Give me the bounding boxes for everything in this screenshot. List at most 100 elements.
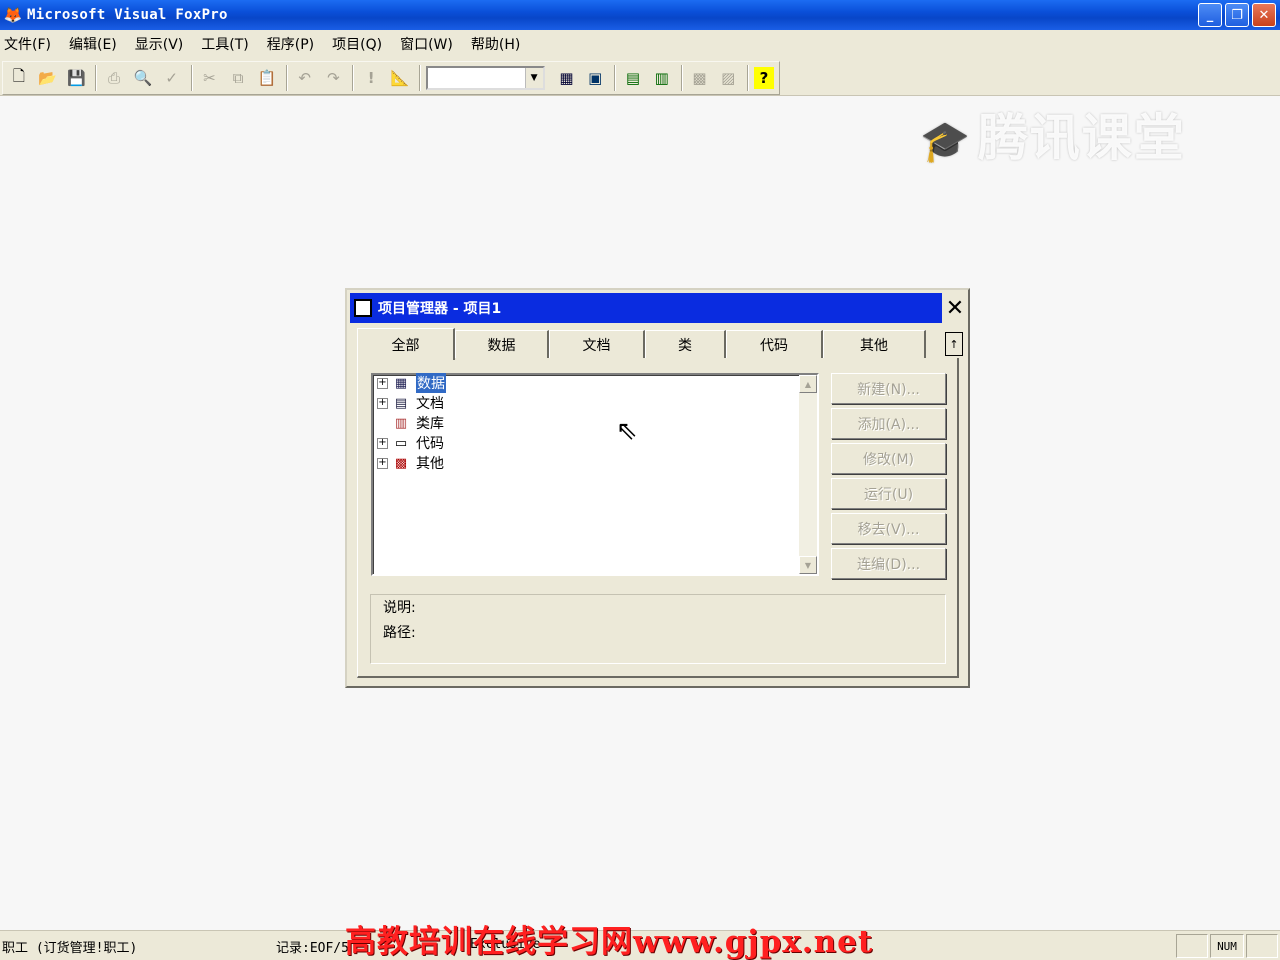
modify-button[interactable]: 修改(M) [831, 443, 946, 474]
new-file-icon[interactable]: 🗋 [7, 66, 31, 90]
status-ins [1246, 934, 1278, 958]
menu-file[interactable]: 文件(F) [4, 34, 51, 54]
tree-item-documents[interactable]: + ▤ 文档 [377, 393, 444, 413]
save-icon[interactable]: 💾 [65, 66, 89, 90]
print-icon[interactable]: ⎙ [102, 66, 126, 90]
menu-bar: 文件(F) 编辑(E) 显示(V) 工具(T) 程序(P) 项目(Q) 窗口(W… [0, 30, 1280, 58]
menu-view[interactable]: 显示(V) [135, 34, 184, 54]
cut-icon[interactable]: ✂ [198, 66, 222, 90]
scroll-down-icon[interactable]: ▼ [799, 556, 817, 574]
expand-icon[interactable]: + [377, 457, 388, 469]
menu-window[interactable]: 窗口(W) [400, 34, 453, 54]
tab-data[interactable]: 数据 [455, 330, 549, 358]
minimize-button[interactable]: _ [1198, 3, 1222, 27]
menu-program[interactable]: 程序(P) [267, 34, 314, 54]
tab-all[interactable]: 全部 [357, 328, 455, 360]
path-label: 路径: [383, 625, 416, 641]
remove-button[interactable]: 移去(V)... [831, 513, 946, 544]
tab-other[interactable]: 其他 [823, 330, 926, 358]
mouse-cursor-icon: ⇖ [616, 416, 638, 446]
tree-item-class-library[interactable]: ▥ 类库 [377, 413, 444, 433]
status-num: NUM [1210, 934, 1244, 958]
toolbar-separator [747, 65, 750, 91]
tab-code[interactable]: 代码 [726, 330, 823, 358]
report-wizard-icon[interactable]: ▥ [650, 66, 674, 90]
toolbar-separator [95, 65, 98, 91]
project-manager-dialog: 项目管理器 - 项目1 ✕ 全部 数据 文档 类 代码 其他 ↑ + ▦ 数据 … [345, 288, 970, 688]
other-icon: ▩ [394, 455, 408, 471]
toolbar-separator [352, 65, 355, 91]
toolbar-separator [190, 65, 193, 91]
redo-icon[interactable]: ↷ [322, 66, 346, 90]
chevron-down-icon[interactable]: ▼ [524, 68, 543, 88]
autoreport-icon[interactable]: ▨ [716, 66, 740, 90]
website-banner: 高教培训在线学习网www.gjpx.net [345, 924, 874, 960]
tab-panel: + ▦ 数据 + ▤ 文档 ▥ 类库 + ▭ 代码 + ▩ 其他 ▲ ▼ 新建(… [357, 358, 959, 678]
foxpro-logo-icon: 🦊 [3, 6, 23, 24]
tab-documents[interactable]: 文档 [549, 330, 645, 358]
tree-item-data[interactable]: + ▦ 数据 [377, 373, 446, 393]
dialog-title-bar: 项目管理器 - 项目1 [350, 293, 942, 323]
expand-icon[interactable]: + [377, 397, 388, 409]
modify-form-icon[interactable]: 📐 [388, 66, 412, 90]
toolbar-separator [680, 65, 683, 91]
toolbar-separator [285, 65, 288, 91]
menu-project[interactable]: 项目(Q) [332, 34, 382, 54]
database-icon: ▦ [394, 375, 408, 391]
collapse-button[interactable]: ↑ [945, 332, 963, 356]
toolbar-separator [418, 65, 421, 91]
menu-help[interactable]: 帮助(H) [471, 34, 520, 54]
status-table: 职工 (订货管理!职工) [2, 941, 138, 956]
menu-tools[interactable]: 工具(T) [201, 34, 248, 54]
tab-classes[interactable]: 类 [645, 330, 726, 358]
toolbar-separator [614, 65, 617, 91]
command-window-icon[interactable]: ▦ [555, 66, 579, 90]
undo-icon[interactable]: ↶ [293, 66, 317, 90]
tree-item-code[interactable]: + ▭ 代码 [377, 433, 444, 453]
expand-icon[interactable]: + [377, 377, 388, 389]
project-tree[interactable]: + ▦ 数据 + ▤ 文档 ▥ 类库 + ▭ 代码 + ▩ 其他 ▲ ▼ [371, 373, 819, 576]
copy-icon[interactable]: ⧉ [226, 66, 250, 90]
code-icon: ▭ [394, 435, 408, 451]
scroll-up-icon[interactable]: ▲ [799, 375, 817, 393]
tree-scrollbar[interactable]: ▲ ▼ [799, 375, 817, 574]
tree-item-label: 数据 [416, 373, 446, 393]
tree-item-label: 代码 [416, 436, 444, 452]
document-icon: ▤ [394, 395, 408, 411]
new-button[interactable]: 新建(N)... [831, 373, 946, 404]
help-icon[interactable]: ? [754, 67, 774, 89]
data-session-icon[interactable]: ▣ [583, 66, 607, 90]
run-button[interactable]: 运行(U) [831, 478, 946, 509]
toolbar: 🗋 📂 💾 ⎙ 🔍 ✓ ✂ ⧉ 📋 ↶ ↷ ! 📐 ▼ ▦ ▣ ▤ ▥ ▩ ▨ … [0, 58, 1280, 167]
build-button[interactable]: 连编(D)... [831, 548, 946, 579]
dialog-close-button[interactable]: ✕ [943, 294, 967, 322]
watermark: 🎓 腾讯课堂 [920, 109, 1186, 167]
expand-icon[interactable]: + [377, 437, 388, 449]
description-label: 说明: [383, 600, 416, 616]
autoform-icon[interactable]: ▩ [688, 66, 712, 90]
tree-item-other[interactable]: + ▩ 其他 [377, 453, 444, 473]
restore-button[interactable]: ❐ [1225, 3, 1249, 27]
close-button[interactable]: ✕ [1252, 3, 1276, 27]
menu-edit[interactable]: 编辑(E) [69, 34, 117, 54]
spell-check-icon[interactable]: ✓ [160, 66, 184, 90]
tree-item-label: 其他 [416, 456, 444, 472]
info-panel: 说明: 路径: [370, 594, 946, 664]
class-library-icon: ▥ [394, 415, 408, 431]
database-combo[interactable]: ▼ [425, 66, 545, 90]
graduation-cap-icon: 🎓 [920, 119, 972, 165]
open-folder-icon[interactable]: 📂 [36, 66, 60, 90]
paste-icon[interactable]: 📋 [255, 66, 279, 90]
title-bar: 🦊 Microsoft Visual FoxPro _ ❐ ✕ [0, 0, 1280, 30]
run-icon[interactable]: ! [359, 66, 383, 90]
print-preview-icon[interactable]: 🔍 [131, 66, 155, 90]
tree-item-label: 文档 [416, 396, 444, 412]
add-button[interactable]: 添加(A)... [831, 408, 946, 439]
project-icon [354, 299, 372, 317]
status-record: 记录:EOF/5 [276, 941, 349, 956]
form-wizard-icon[interactable]: ▤ [621, 66, 645, 90]
tree-item-label: 类库 [416, 416, 444, 432]
dialog-title: 项目管理器 - 项目1 [378, 301, 502, 317]
tab-strip: 全部 数据 文档 类 代码 其他 ↑ [357, 328, 963, 360]
window-title: Microsoft Visual FoxPro [27, 7, 228, 23]
